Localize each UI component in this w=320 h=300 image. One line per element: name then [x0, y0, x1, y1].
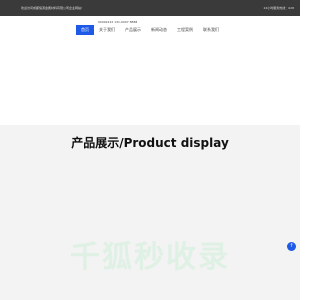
nav-item-products[interactable]: 产品展示 [120, 25, 146, 35]
watermark-text: 千狐秒收录 [70, 240, 230, 275]
nav-item-home[interactable]: 首页 [76, 25, 94, 35]
hero-banner [0, 37, 300, 125]
arrow-up-icon[interactable]: ↑ [287, 242, 296, 251]
nav-item-cases[interactable]: 工程案例 [172, 25, 198, 35]
hotline-text: 24小时服务热线：028 [263, 6, 294, 10]
welcome-text: 欢迎访问成都恒源金属材料有限公司企业网站! [21, 6, 83, 10]
product-section-title: 产品展示/Product display [71, 136, 229, 150]
top-info-bar: 欢迎访问成都恒源金属材料有限公司企业网站! 24小时服务热线：028 [0, 0, 300, 16]
nav-item-about[interactable]: 关于我们 [94, 25, 120, 35]
header-phone: 00002222 131-0007 8888 [98, 20, 138, 24]
nav-item-news[interactable]: 新闻动态 [146, 25, 172, 35]
main-nav: 首页 关于我们 产品展示 新闻动态 工程案例 联系我们 [76, 25, 224, 35]
nav-item-contact[interactable]: 联系我们 [198, 25, 224, 35]
